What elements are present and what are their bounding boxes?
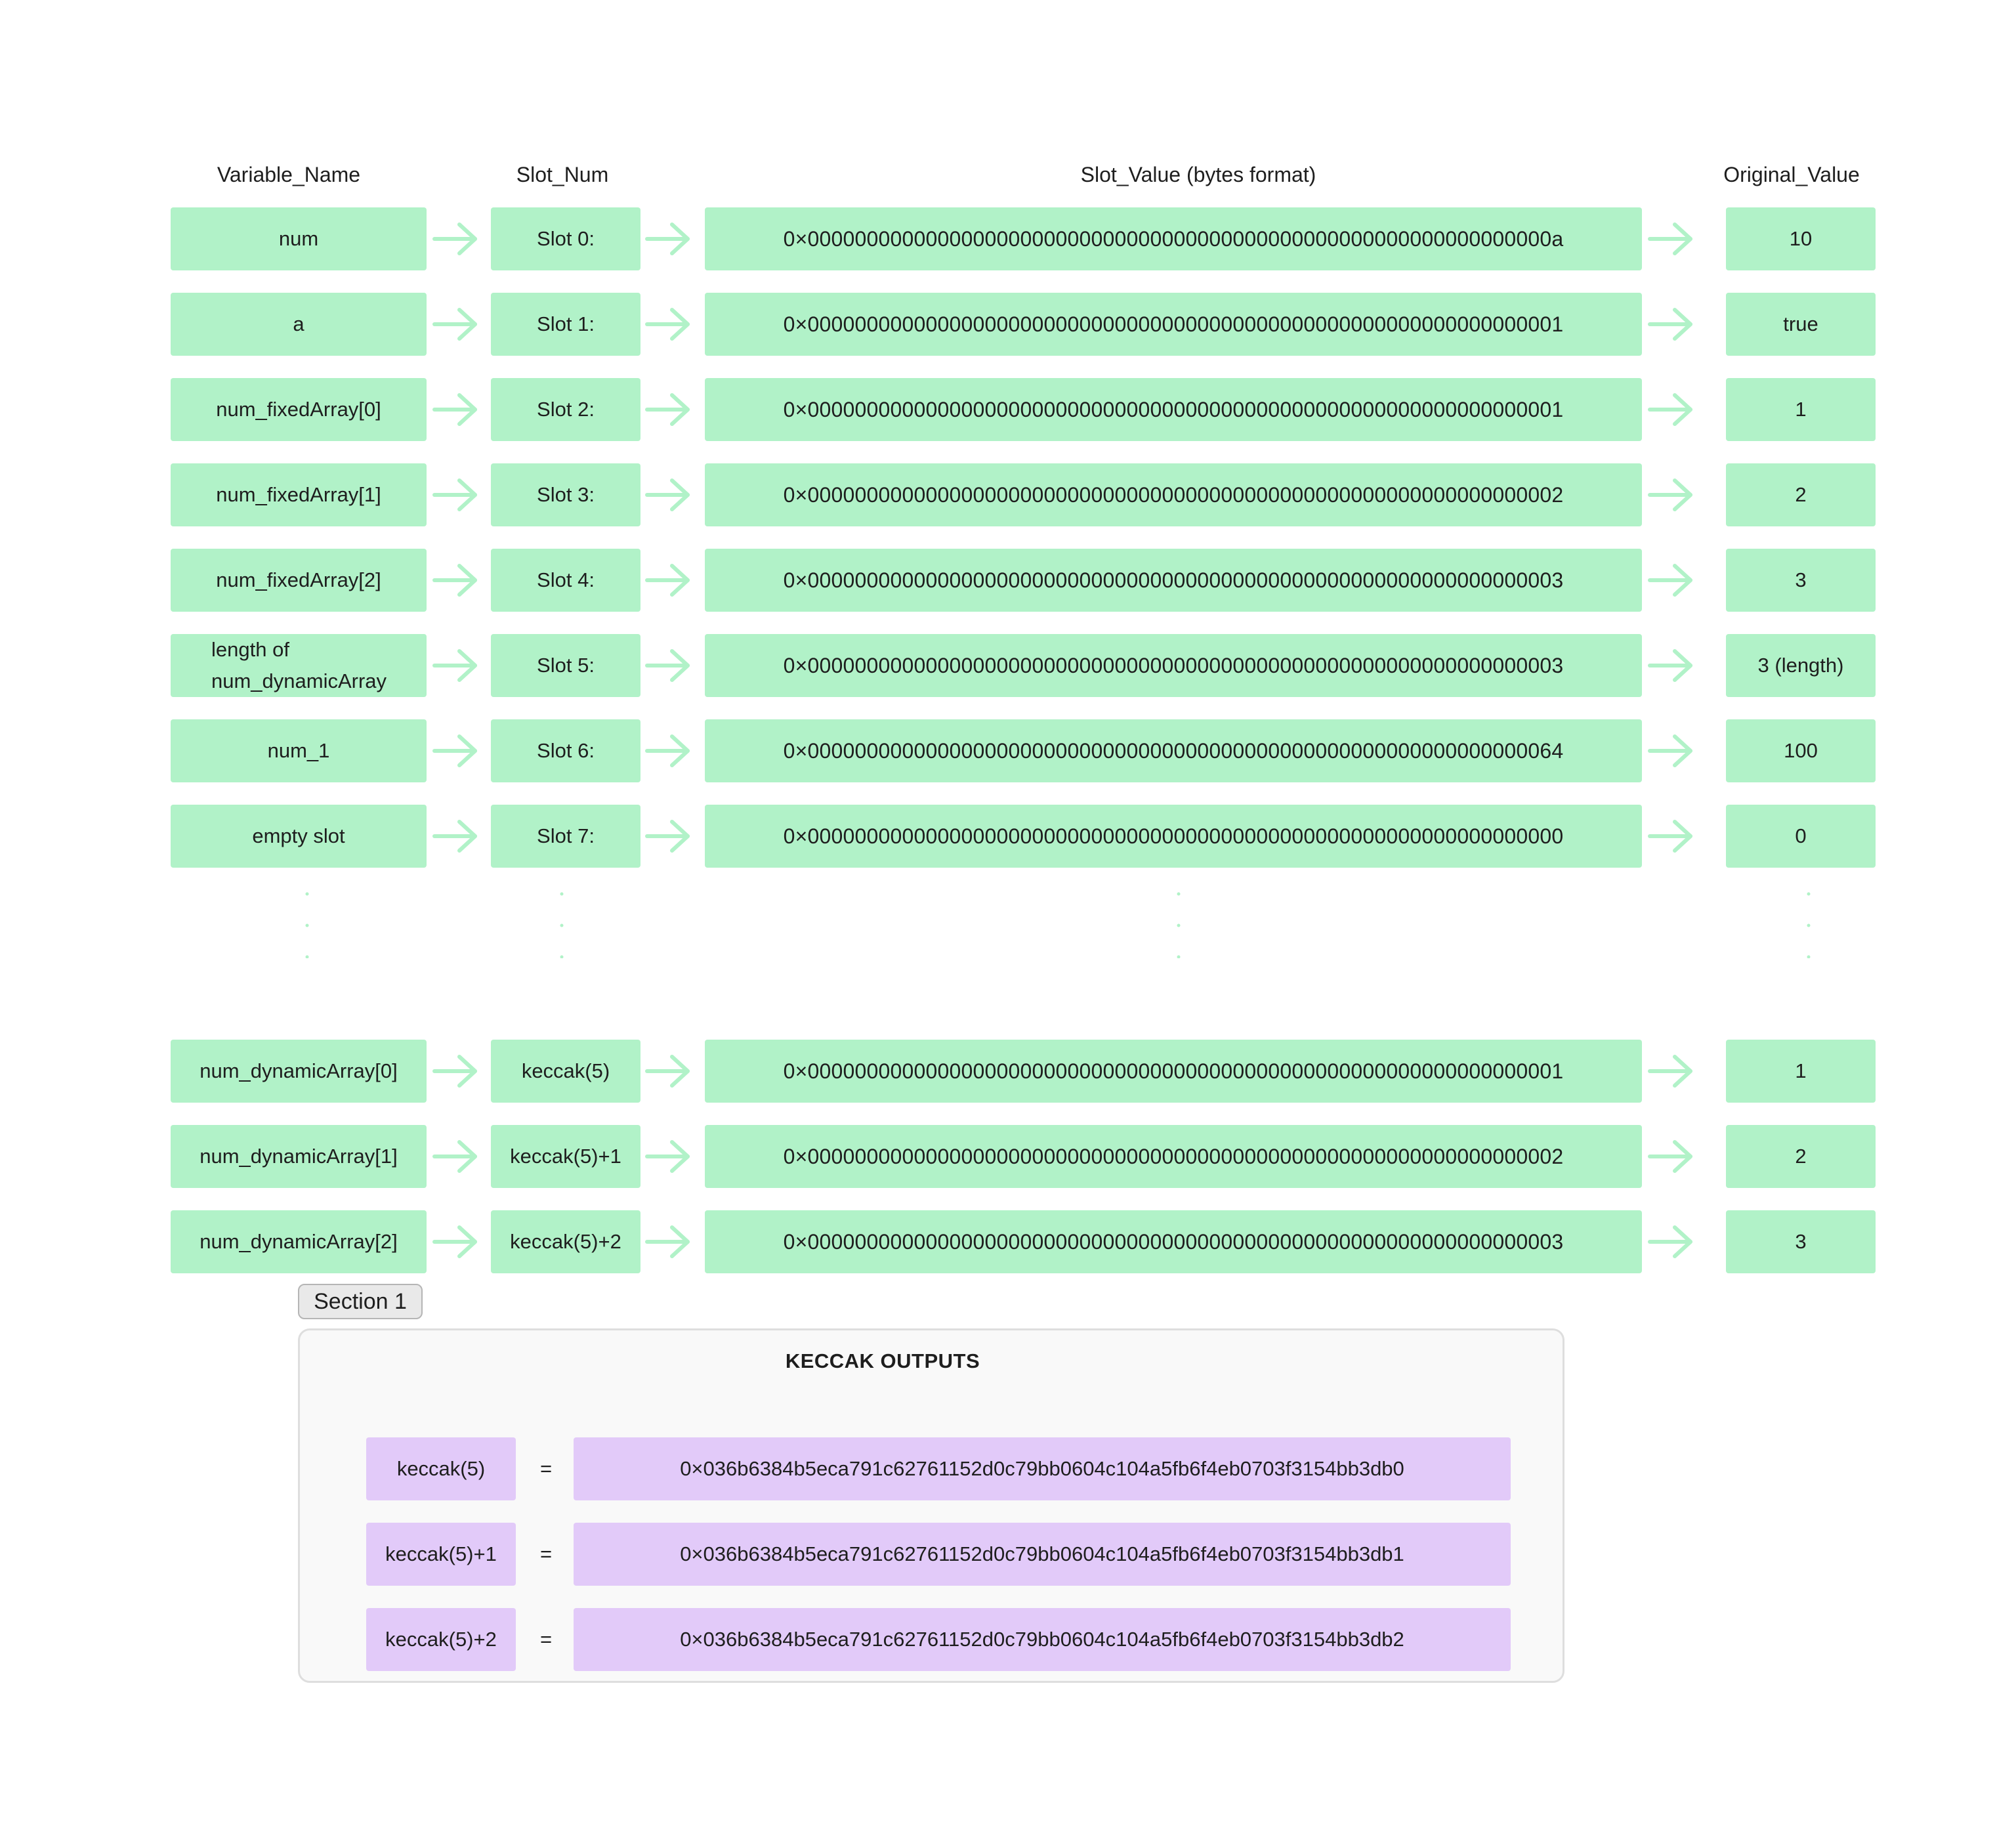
arrow-right-icon: [643, 475, 693, 515]
arrow-right-icon: [1646, 390, 1696, 429]
slot-num-box: keccak(5)+2: [491, 1210, 640, 1273]
variable-name-box: num_fixedArray[0]: [171, 378, 427, 441]
arrow-right-icon: [1646, 731, 1696, 771]
slot-num-box: keccak(5): [491, 1040, 640, 1103]
original-value-box: 3: [1726, 549, 1876, 612]
original-value-box: 3: [1726, 1210, 1876, 1273]
variable-name-box: num_dynamicArray[1]: [171, 1125, 427, 1188]
variable-name-box: length of num_dynamicArray: [171, 634, 427, 697]
slot-value-box: 0×00000000000000000000000000000000000000…: [705, 805, 1642, 868]
keccak-hash-box: 0×036b6384b5eca791c62761152d0c79bb0604c1…: [574, 1523, 1511, 1586]
arrow-right-icon: [430, 475, 480, 515]
slot-value-box: 0×00000000000000000000000000000000000000…: [705, 207, 1642, 270]
arrow-right-icon: [430, 1222, 480, 1261]
arrow-right-icon: [643, 646, 693, 685]
arrow-right-icon: [643, 561, 693, 600]
storage-layout-diagram: Variable_Name Slot_Num Slot_Value (bytes…: [0, 0, 2016, 1843]
keccak-label-box: keccak(5): [366, 1437, 516, 1500]
keccak-label-box: keccak(5)+1: [366, 1523, 516, 1586]
arrow-right-icon: [1646, 1051, 1696, 1091]
slot-value-box: 0×00000000000000000000000000000000000000…: [705, 1125, 1642, 1188]
keccak-hash-box: 0×036b6384b5eca791c62761152d0c79bb0604c1…: [574, 1608, 1511, 1671]
arrow-right-icon: [643, 1051, 693, 1091]
variable-name-box: a: [171, 293, 427, 356]
slot-num-box: Slot 2:: [491, 378, 640, 441]
ellipsis-dots-original: [1807, 892, 1811, 958]
keccak-label-box: keccak(5)+2: [366, 1608, 516, 1671]
variable-name-box: num_dynamicArray[0]: [171, 1040, 427, 1103]
equals-sign: =: [539, 1628, 553, 1651]
arrow-right-icon: [1646, 219, 1696, 259]
slot-num-box: Slot 3:: [491, 463, 640, 526]
arrow-right-icon: [643, 305, 693, 344]
slot-num-box: Slot 0:: [491, 207, 640, 270]
ellipsis-dots-variable: [305, 892, 309, 958]
slot-num-box: Slot 1:: [491, 293, 640, 356]
variable-name-box: num: [171, 207, 427, 270]
arrow-right-icon: [643, 390, 693, 429]
arrow-right-icon: [1646, 816, 1696, 856]
slot-value-box: 0×00000000000000000000000000000000000000…: [705, 1210, 1642, 1273]
section-tab[interactable]: Section 1: [298, 1284, 423, 1319]
original-value-box: true: [1726, 293, 1876, 356]
header-original-value: Original_Value: [1723, 163, 1860, 186]
arrow-right-icon: [430, 816, 480, 856]
arrow-right-icon: [643, 1137, 693, 1176]
header-slot-value: Slot_Value (bytes format): [1080, 163, 1316, 186]
original-value-box: 3 (length): [1726, 634, 1876, 697]
arrow-right-icon: [430, 1051, 480, 1091]
slot-num-box: Slot 4:: [491, 549, 640, 612]
slot-value-box: 0×00000000000000000000000000000000000000…: [705, 719, 1642, 782]
arrow-right-icon: [1646, 1137, 1696, 1176]
slot-value-box: 0×00000000000000000000000000000000000000…: [705, 634, 1642, 697]
slot-num-box: Slot 7:: [491, 805, 640, 868]
slot-num-box: keccak(5)+1: [491, 1125, 640, 1188]
arrow-right-icon: [430, 219, 480, 259]
arrow-right-icon: [430, 646, 480, 685]
arrow-right-icon: [643, 1222, 693, 1261]
original-value-box: 1: [1726, 1040, 1876, 1103]
arrow-right-icon: [643, 731, 693, 771]
arrow-right-icon: [430, 390, 480, 429]
slot-num-box: Slot 6:: [491, 719, 640, 782]
arrow-right-icon: [643, 816, 693, 856]
arrow-right-icon: [430, 731, 480, 771]
equals-sign: =: [539, 1542, 553, 1565]
keccak-hash-box: 0×036b6384b5eca791c62761152d0c79bb0604c1…: [574, 1437, 1511, 1500]
ellipsis-dots-slot: [560, 892, 564, 958]
slot-value-box: 0×00000000000000000000000000000000000000…: [705, 378, 1642, 441]
variable-name-box: num_fixedArray[1]: [171, 463, 427, 526]
slot-value-box: 0×00000000000000000000000000000000000000…: [705, 549, 1642, 612]
arrow-right-icon: [430, 561, 480, 600]
original-value-box: 1: [1726, 378, 1876, 441]
slot-num-box: Slot 5:: [491, 634, 640, 697]
original-value-box: 0: [1726, 805, 1876, 868]
variable-name-box: empty slot: [171, 805, 427, 868]
original-value-box: 100: [1726, 719, 1876, 782]
original-value-box: 2: [1726, 1125, 1876, 1188]
arrow-right-icon: [1646, 1222, 1696, 1261]
arrow-right-icon: [430, 305, 480, 344]
slot-value-box: 0×00000000000000000000000000000000000000…: [705, 463, 1642, 526]
header-variable-name: Variable_Name: [217, 163, 361, 186]
variable-name-box: num_dynamicArray[2]: [171, 1210, 427, 1273]
header-slot-num: Slot_Num: [516, 163, 609, 186]
arrow-right-icon: [1646, 561, 1696, 600]
ellipsis-dots-value: [1177, 892, 1181, 958]
arrow-right-icon: [1646, 305, 1696, 344]
original-value-box: 10: [1726, 207, 1876, 270]
arrow-right-icon: [1646, 646, 1696, 685]
slot-value-box: 0×00000000000000000000000000000000000000…: [705, 293, 1642, 356]
arrow-right-icon: [1646, 475, 1696, 515]
variable-name-box: num_1: [171, 719, 427, 782]
arrow-right-icon: [430, 1137, 480, 1176]
variable-name-box: num_fixedArray[2]: [171, 549, 427, 612]
arrow-right-icon: [643, 219, 693, 259]
original-value-box: 2: [1726, 463, 1876, 526]
equals-sign: =: [539, 1457, 553, 1480]
slot-value-box: 0×00000000000000000000000000000000000000…: [705, 1040, 1642, 1103]
keccak-outputs-title: KECCAK OUTPUTS: [785, 1349, 980, 1372]
